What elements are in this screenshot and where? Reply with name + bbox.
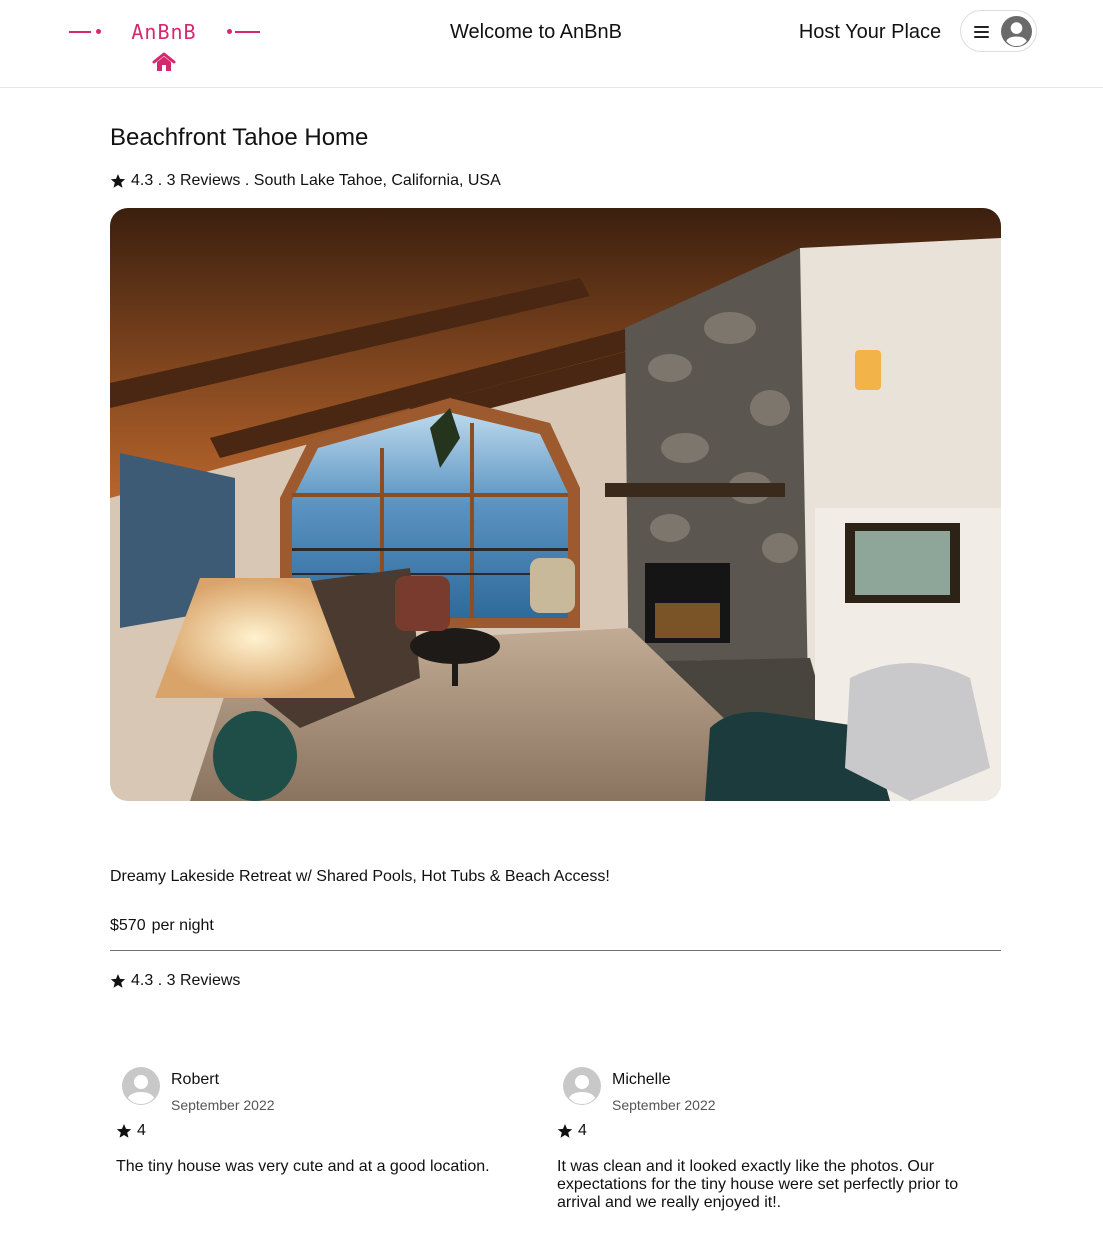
logo-right-dot (227, 29, 232, 34)
section-divider (110, 950, 1001, 951)
logo-right-line (235, 31, 260, 33)
review-rating-value: 4 (137, 1122, 146, 1139)
star-icon (110, 974, 126, 988)
reviews-summary-count: 3 Reviews (166, 972, 241, 989)
star-icon (110, 174, 126, 188)
reviewer-avatar-icon (563, 1067, 601, 1105)
top-navigation-bar: AnBnB Welcome to AnBnB Host Your Place (0, 0, 1103, 88)
review-rating: 4 (116, 1122, 146, 1140)
listing-photo[interactable] (110, 208, 1001, 801)
welcome-heading: Welcome to AnBnB (450, 21, 622, 43)
price-unit: per night (151, 917, 214, 934)
listing-price: $570 per night (110, 917, 214, 935)
review-rating: 4 (557, 1122, 587, 1140)
anbnb-logo[interactable]: AnBnB (66, 18, 262, 78)
host-your-place-link[interactable]: Host Your Place (790, 21, 950, 44)
review-text: The tiny house was very cute and at a go… (116, 1158, 490, 1175)
user-menu-button[interactable] (960, 10, 1037, 52)
house-icon (152, 52, 176, 71)
review-date: September 2022 (612, 1097, 716, 1113)
price-amount: $570 (110, 917, 146, 934)
reviews-summary-rating: 4.3 (131, 972, 154, 989)
separator-dot: . (244, 172, 250, 189)
review-rating-value: 4 (578, 1122, 587, 1139)
hamburger-icon (974, 26, 989, 38)
reviews-summary: 4.3 . 3 Reviews (110, 972, 240, 990)
listing-location[interactable]: South Lake Tahoe, California, USA (254, 172, 501, 190)
listing-rating: 4.3 (131, 172, 154, 189)
review-date: September 2022 (171, 1097, 275, 1113)
separator-dot: . (157, 172, 163, 189)
review-text: It was clean and it looked exactly like … (557, 1158, 959, 1211)
reviewer-name: Michelle (612, 1071, 671, 1088)
logo-wordmark: AnBnB (131, 20, 197, 44)
reviewer-avatar-icon (122, 1067, 160, 1105)
user-avatar-icon (1001, 16, 1032, 47)
listing-reviews-count[interactable]: 3 Reviews (167, 172, 241, 190)
logo-left-dot (96, 29, 101, 34)
listing-description: Dreamy Lakeside Retreat w/ Shared Pools,… (110, 868, 610, 885)
listing-title: Beachfront Tahoe Home (110, 124, 369, 151)
listing-meta: 4.3 . 3 Reviews . South Lake Tahoe, Cali… (110, 172, 501, 190)
star-icon (116, 1124, 132, 1138)
separator-dot: . (157, 972, 163, 989)
reviewer-name: Robert (171, 1071, 220, 1088)
listing-photo-illustration (110, 208, 1001, 801)
star-icon (557, 1124, 573, 1138)
logo-left-line (69, 31, 91, 33)
